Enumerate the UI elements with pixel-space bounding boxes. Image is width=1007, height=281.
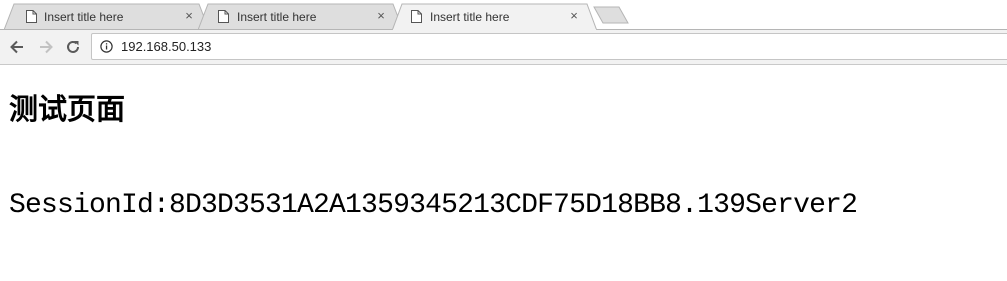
tab-2[interactable]: Insert title here × xyxy=(198,3,403,30)
tab-1-title: Insert title here xyxy=(44,10,124,24)
page-icon xyxy=(411,10,422,23)
info-icon[interactable] xyxy=(100,40,113,53)
page-icon xyxy=(26,10,37,23)
tab-3-title: Insert title here xyxy=(430,10,510,24)
tab-2-title: Insert title here xyxy=(237,10,317,24)
new-tab-button[interactable] xyxy=(593,6,629,24)
page-heading: 测试页面 xyxy=(9,92,126,126)
browser-toolbar: 192.168.50.133 xyxy=(0,30,1007,65)
forward-arrow-icon[interactable] xyxy=(37,38,55,56)
tab-strip: Insert title here × Insert title here × … xyxy=(0,0,1007,31)
page-icon xyxy=(218,10,229,23)
tab-3-active[interactable]: Insert title here × xyxy=(392,3,597,31)
session-id-text: SessionId:8D3D3531A2A1359345213CDF75D18B… xyxy=(9,190,858,221)
address-bar[interactable]: 192.168.50.133 xyxy=(91,33,1007,60)
address-url[interactable]: 192.168.50.133 xyxy=(121,39,211,55)
page-content: 测试页面 SessionId:8D3D3531A2A1359345213CDF7… xyxy=(9,66,1007,281)
close-icon[interactable]: × xyxy=(374,9,388,23)
reload-icon[interactable] xyxy=(64,38,82,56)
tab-1[interactable]: Insert title here × xyxy=(4,3,209,30)
close-icon[interactable]: × xyxy=(567,9,581,23)
close-icon[interactable]: × xyxy=(182,9,196,23)
back-arrow-icon[interactable] xyxy=(8,38,26,56)
